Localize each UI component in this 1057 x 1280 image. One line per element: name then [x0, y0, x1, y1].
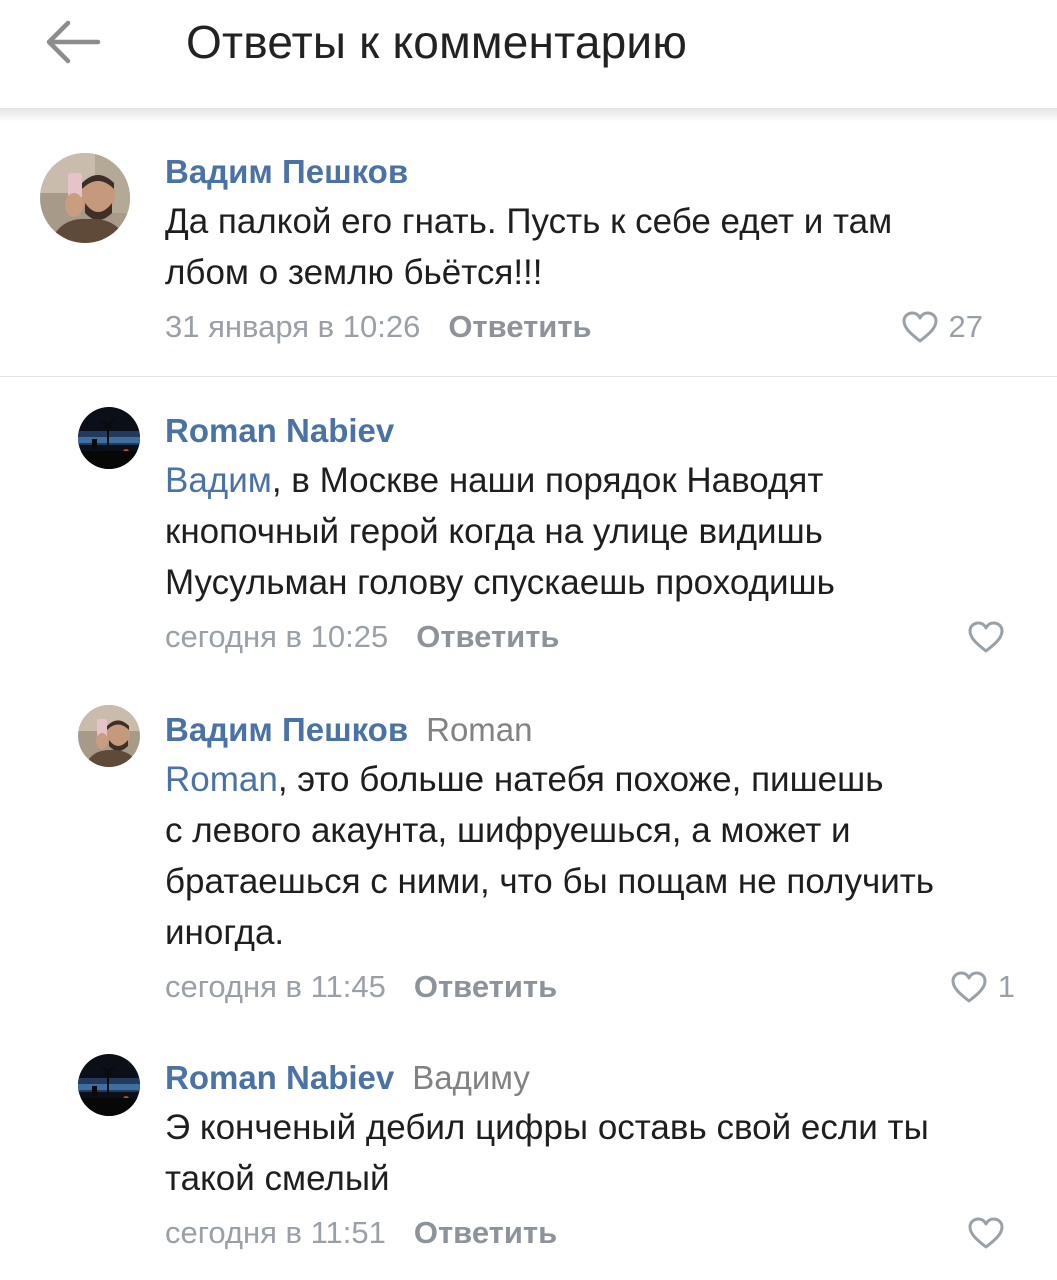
user-photo	[78, 1054, 140, 1116]
header-shadow	[0, 108, 1057, 122]
comment-date: 31 января в 10:26	[165, 309, 421, 344]
reply-button[interactable]: Ответить	[414, 969, 557, 1004]
comment-date: сегодня в 11:45	[165, 969, 386, 1004]
mention-link[interactable]: Roman	[165, 760, 278, 799]
avatar[interactable]	[78, 1054, 140, 1116]
comment-line: такой смелый	[165, 1159, 390, 1198]
comment-line: Мусульман голову спускаешь проходишь	[165, 563, 835, 602]
comment-line: Да палкой его гнать. Пусть к себе едет и…	[165, 202, 893, 241]
comment-header: Roman Nabiev	[165, 411, 1025, 451]
comment-line: иногда.	[165, 913, 285, 952]
user-photo	[78, 407, 140, 469]
avatar[interactable]	[78, 407, 140, 469]
back-button[interactable]	[38, 14, 104, 70]
comment-line: Э конченый дебил цифры оставь свой если …	[165, 1108, 929, 1147]
comment-text: Э конченый дебил цифры оставь свой если …	[165, 1102, 1025, 1204]
heart-outline-icon	[968, 621, 1004, 653]
avatar[interactable]	[78, 705, 140, 767]
comment-text: Roman, это больше натебя похоже, пишешь …	[165, 754, 1025, 958]
reply-to-label[interactable]: Вадиму	[412, 1059, 530, 1096]
author-name[interactable]: Вадим Пешков	[165, 711, 408, 748]
comment-header: Вадим Пешков Roman	[165, 710, 1025, 750]
comment-line: Roman, это больше натебя похоже, пишешь	[165, 754, 1025, 805]
comment-line: кнопочный герой когда на улице видишь	[165, 512, 823, 551]
like-count: 1	[997, 969, 1015, 1004]
like-button[interactable]: 1	[950, 964, 1015, 1010]
like-button[interactable]	[967, 614, 1015, 660]
page-title: Ответы к комментарию	[186, 16, 688, 68]
mention-link[interactable]: Вадим	[165, 461, 272, 500]
comment-meta: сегодня в 11:45 Ответить 1	[165, 964, 1025, 1010]
reply-button[interactable]: Ответить	[416, 619, 559, 654]
top-bar: Ответы к комментарию	[0, 0, 1057, 108]
heart-outline-icon	[902, 311, 938, 343]
reply-button[interactable]: Ответить	[414, 1215, 557, 1250]
comment-text: Вадим, в Москве наши порядок Наводят кно…	[165, 455, 1025, 608]
comment-line-text: , в Москве наши порядок Наводят	[271, 461, 824, 500]
user-photo	[78, 705, 140, 767]
replies-screen: Ответы к комментарию Вадим Пешков Да пал	[0, 0, 1057, 1280]
avatar[interactable]	[40, 153, 130, 243]
author-name[interactable]: Roman Nabiev	[165, 1059, 394, 1096]
heart-outline-icon	[968, 1217, 1004, 1249]
comment-line: братаешься с ними, что бы пощам не получ…	[165, 862, 935, 901]
divider	[0, 376, 1057, 377]
author-name[interactable]: Roman Nabiev	[165, 412, 394, 449]
reply-to-label[interactable]: Roman	[426, 711, 532, 748]
comment-header: Roman Nabiev Вадиму	[165, 1058, 1025, 1098]
comment-header: Вадим Пешков	[165, 152, 1025, 192]
reply-button[interactable]: Ответить	[448, 309, 591, 344]
author-name[interactable]: Вадим Пешков	[165, 153, 408, 190]
comment-date: сегодня в 11:51	[165, 1215, 386, 1250]
comment-text: Да палкой его гнать. Пусть к себе едет и…	[165, 196, 1025, 298]
heart-outline-icon	[951, 971, 987, 1003]
arrow-left-icon	[46, 20, 101, 64]
comment-line: лбом о землю бьётся!!!	[165, 253, 543, 292]
user-photo	[40, 153, 130, 243]
comment-line-text: , это больше натебя похоже, пишешь	[277, 760, 884, 799]
comment-meta: 31 января в 10:26 Ответить 27	[165, 304, 1025, 350]
like-count: 27	[948, 309, 983, 344]
comment-meta: сегодня в 10:25 Ответить	[165, 614, 1025, 660]
comment-date: сегодня в 10:25	[165, 619, 389, 654]
comment-line: Вадим, в Москве наши порядок Наводят	[165, 455, 1025, 506]
like-button[interactable]	[967, 1210, 1015, 1256]
comment-line: с левого акаунта, шифруешься, а может и	[165, 811, 851, 850]
like-button[interactable]: 27	[901, 304, 983, 350]
comment-meta: сегодня в 11:51 Ответить	[165, 1210, 1025, 1256]
